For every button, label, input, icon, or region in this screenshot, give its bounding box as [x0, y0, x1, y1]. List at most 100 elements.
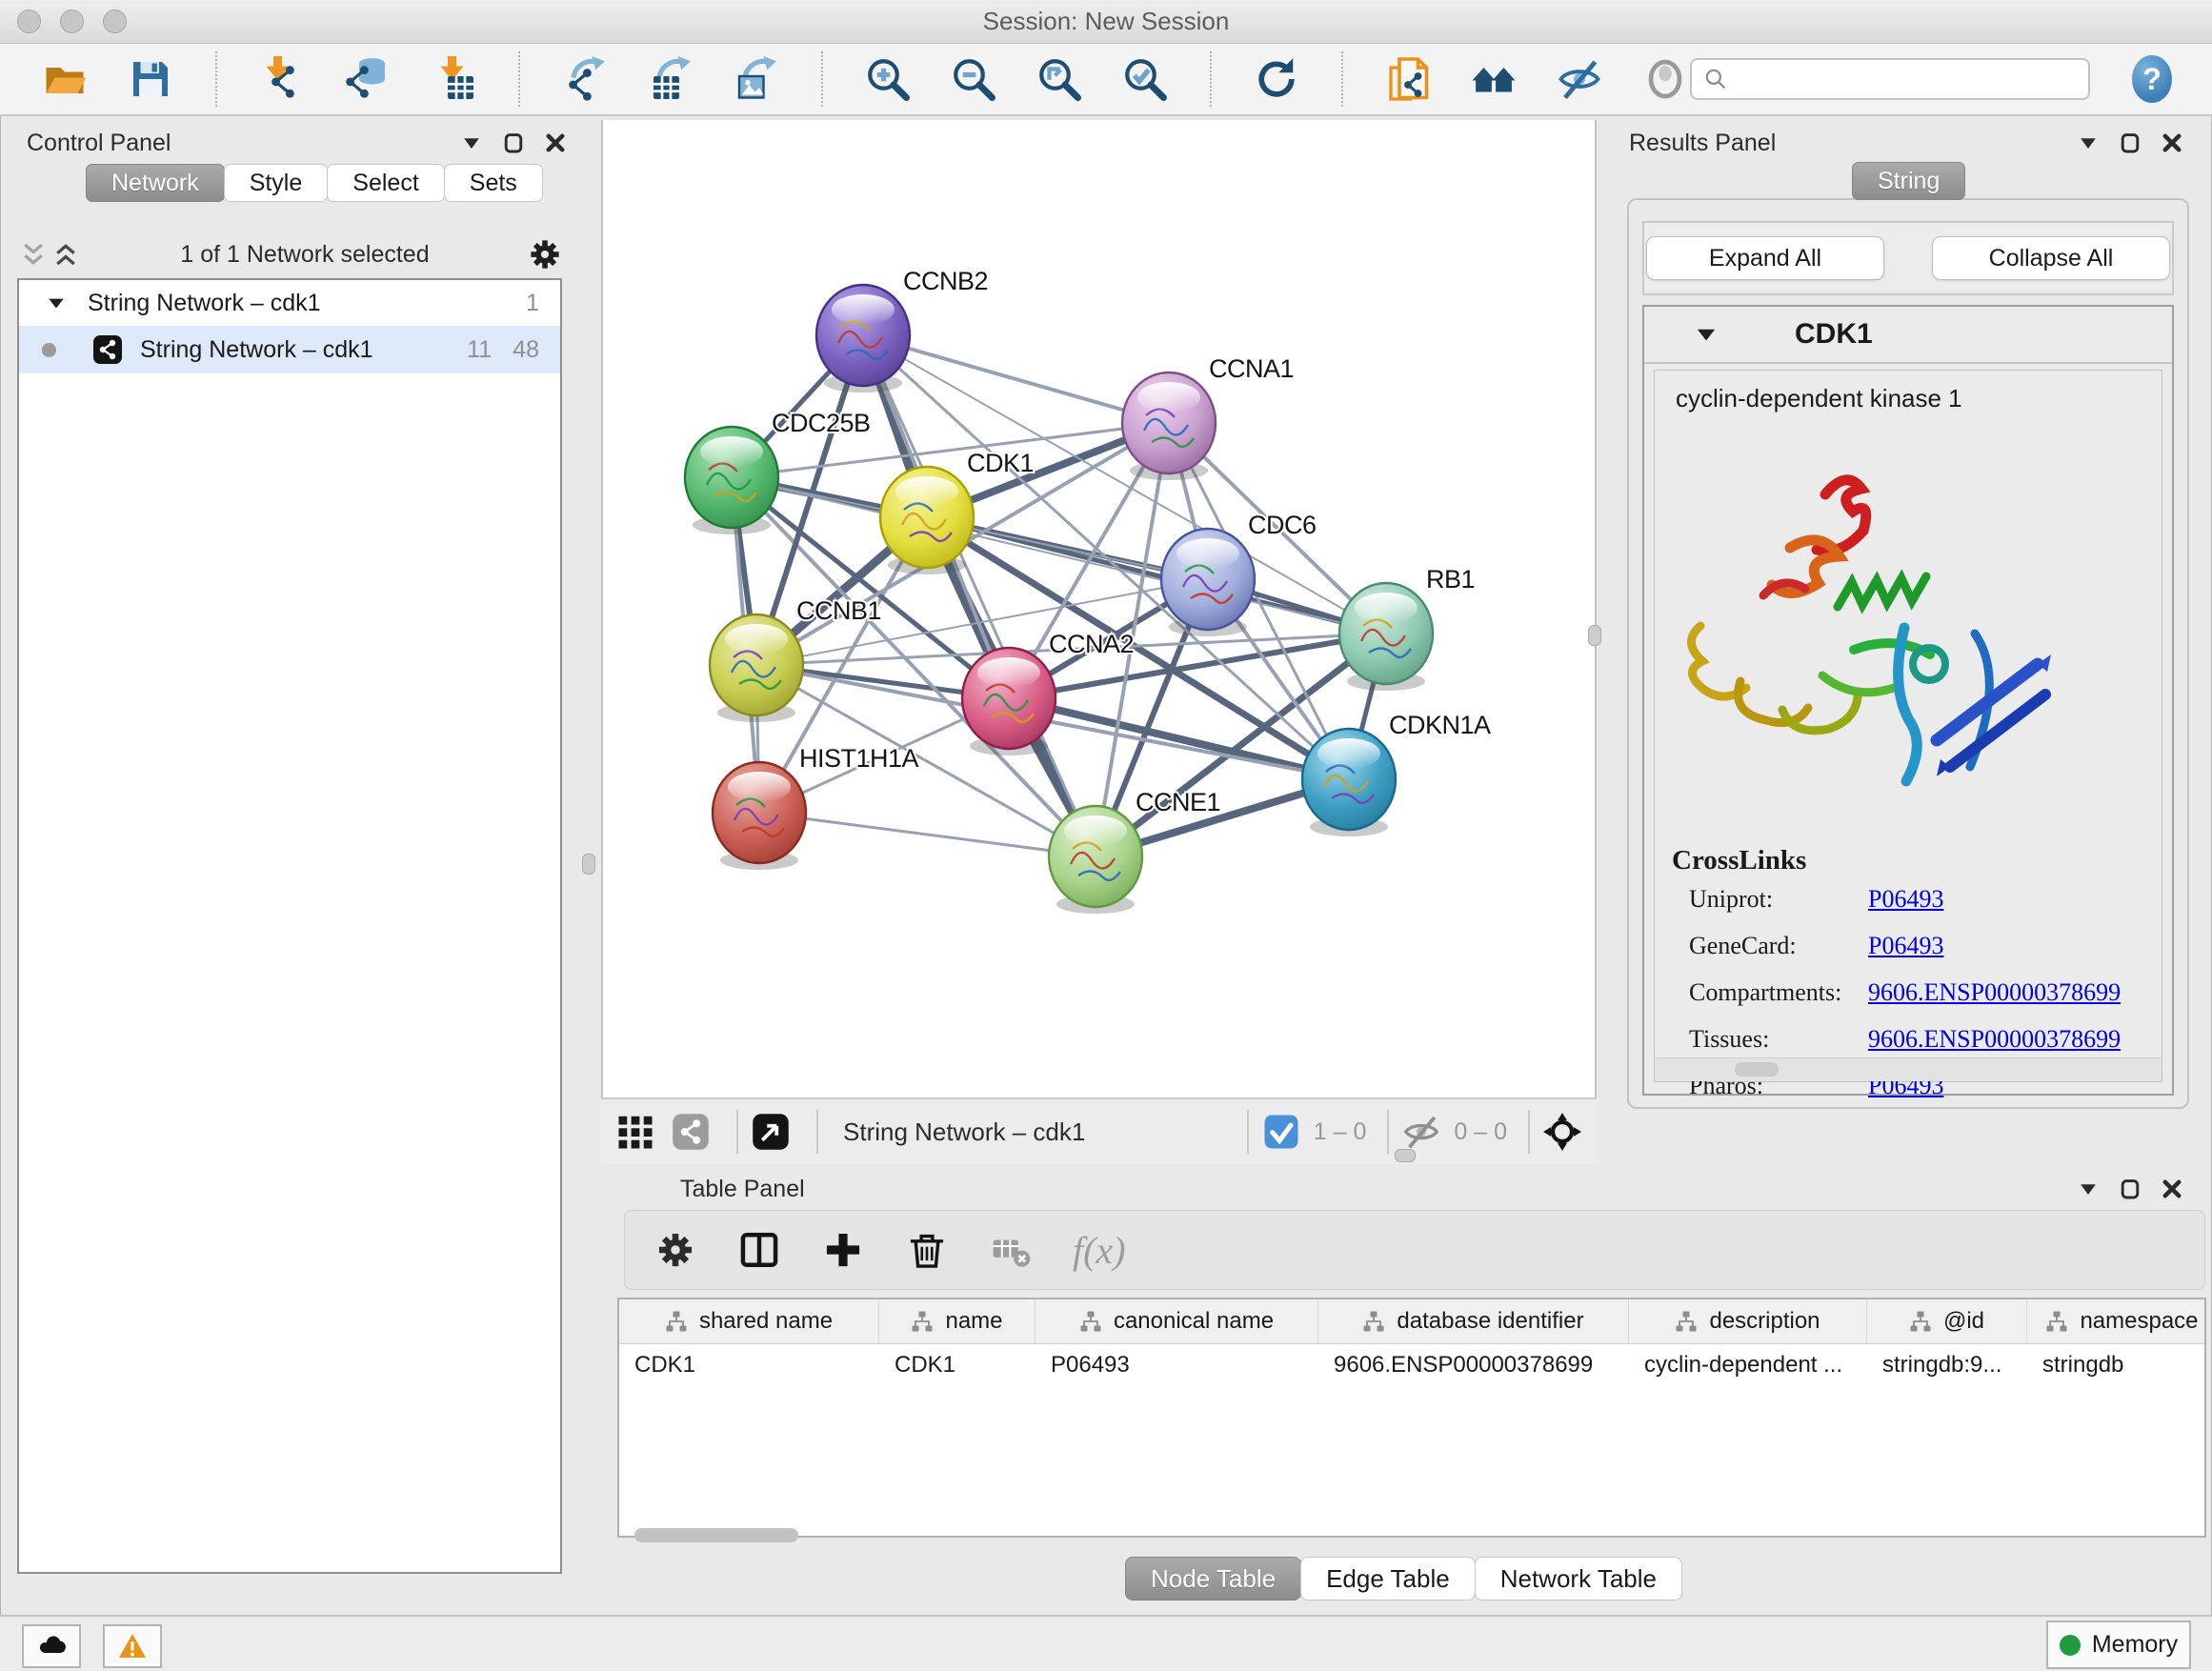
network-node-CCNE1[interactable]: [1049, 806, 1142, 914]
refresh-icon[interactable]: [1252, 54, 1301, 104]
tab-string[interactable]: String: [1852, 162, 1965, 200]
import-database-icon[interactable]: [343, 54, 392, 104]
network-options-gear-icon[interactable]: [528, 237, 562, 272]
expand-all-networks-icon[interactable]: [50, 238, 82, 271]
tab-network-table[interactable]: Network Table: [1475, 1557, 1682, 1601]
table-cell[interactable]: CDK1: [619, 1344, 879, 1386]
export-network-icon[interactable]: [560, 54, 610, 104]
export-image-icon[interactable]: [732, 54, 781, 104]
panel-close-icon[interactable]: [544, 131, 567, 154]
column-header-description[interactable]: description: [1629, 1299, 1867, 1343]
network-node-HIST1H1A[interactable]: [713, 762, 806, 870]
panel-close-icon[interactable]: [2161, 131, 2183, 154]
network-edge[interactable]: [759, 813, 1096, 856]
import-table-icon[interactable]: [429, 54, 478, 104]
collapse-all-networks-icon[interactable]: [17, 238, 50, 271]
gene-header-row[interactable]: CDK1: [1644, 307, 2172, 364]
gene-collapse-icon[interactable]: [1694, 322, 1719, 347]
table-scrollbar-thumb[interactable]: [634, 1528, 798, 1542]
table-cell[interactable]: stringdb: [2027, 1344, 2206, 1386]
network-node-CDK1[interactable]: [880, 467, 974, 574]
string-home-icon[interactable]: [1469, 54, 1518, 104]
collapse-all-button[interactable]: Collapse All: [1932, 236, 2170, 280]
panel-float-icon[interactable]: [502, 131, 525, 154]
tab-select[interactable]: Select: [327, 164, 444, 202]
show-columns-icon[interactable]: [737, 1228, 781, 1272]
network-collection-row[interactable]: String Network – cdk1 1: [19, 280, 560, 326]
table-cell[interactable]: 9606.ENSP00000378699: [1318, 1344, 1629, 1386]
network-node-RB1[interactable]: [1339, 583, 1433, 691]
table-cell[interactable]: CDK1: [879, 1344, 1036, 1386]
network-node-CDC25B[interactable]: [685, 427, 778, 534]
column-header-shared-name[interactable]: shared name: [619, 1299, 879, 1343]
crosslink-link[interactable]: 9606.ENSP00000378699: [1868, 1025, 2121, 1054]
left-splitter-handle[interactable]: [582, 854, 595, 875]
panel-collapse-icon[interactable]: [460, 131, 483, 154]
search-input[interactable]: [1738, 65, 2077, 93]
share-document-icon[interactable]: [1383, 54, 1433, 104]
network-node-CDKN1A[interactable]: [1302, 729, 1396, 836]
save-session-icon[interactable]: [126, 54, 175, 104]
selected-checkbox-icon[interactable]: [1260, 1111, 1302, 1153]
grid-view-icon[interactable]: [614, 1111, 656, 1153]
tab-edge-table[interactable]: Edge Table: [1300, 1557, 1476, 1601]
tab-style[interactable]: Style: [224, 164, 329, 202]
table-cell[interactable]: stringdb:9...: [1867, 1344, 2027, 1386]
network-row-selected[interactable]: String Network – cdk1 11 48: [19, 326, 560, 373]
column-header-name[interactable]: name: [879, 1299, 1036, 1343]
crosslink-link[interactable]: P06493: [1868, 932, 1943, 960]
column-header-canonical-name[interactable]: canonical name: [1036, 1299, 1318, 1343]
tab-sets[interactable]: Sets: [444, 164, 543, 202]
zoom-selected-icon[interactable]: [1120, 54, 1170, 104]
network-node-CCNB1[interactable]: [710, 614, 803, 722]
right-splitter-handle[interactable]: [1588, 625, 1601, 646]
delete-column-trash-icon[interactable]: [905, 1228, 949, 1272]
export-table-icon[interactable]: [646, 54, 695, 104]
tab-node-table[interactable]: Node Table: [1125, 1557, 1301, 1601]
results-scrollbar-thumb[interactable]: [1735, 1062, 1779, 1077]
tab-network[interactable]: Network: [86, 164, 225, 202]
open-session-icon[interactable]: [40, 54, 90, 104]
network-view-share-icon[interactable]: [670, 1111, 712, 1153]
network-graph[interactable]: CCNB2CCNA1CDC25BCDK1CDC6RB1CCNB1CCNA2CDK…: [603, 120, 1595, 1097]
network-canvas[interactable]: CCNB2CCNA1CDC25BCDK1CDC6RB1CCNB1CCNA2CDK…: [601, 120, 1597, 1097]
zoom-in-icon[interactable]: [863, 54, 913, 104]
table-row[interactable]: CDK1CDK1P064939606.ENSP00000378699cyclin…: [619, 1344, 2204, 1386]
collection-count: 1: [526, 290, 539, 317]
crosslink-link[interactable]: 9606.ENSP00000378699: [1868, 978, 2121, 1007]
panel-close-icon[interactable]: [2161, 1178, 2183, 1200]
hidden-eye-slash-icon[interactable]: [1400, 1111, 1442, 1153]
help-button[interactable]: ?: [2132, 55, 2172, 103]
crosslink-link[interactable]: P06493: [1868, 885, 1943, 914]
collection-expand-icon[interactable]: [46, 292, 67, 313]
panel-float-icon[interactable]: [2119, 1178, 2142, 1200]
table-settings-gear-icon[interactable]: [654, 1228, 697, 1272]
warning-button[interactable]: [103, 1624, 162, 1668]
table-cell[interactable]: cyclin-dependent ...: [1629, 1344, 1867, 1386]
network-edge[interactable]: [863, 335, 1096, 856]
column-header-database-identifier[interactable]: database identifier: [1318, 1299, 1629, 1343]
fit-selected-crosshair-icon[interactable]: [1541, 1111, 1583, 1153]
control-panel-title: Control Panel: [27, 130, 171, 157]
birdseye-view-icon[interactable]: [750, 1111, 792, 1153]
expand-all-button[interactable]: Expand All: [1646, 236, 1884, 280]
memory-button[interactable]: Memory: [2046, 1621, 2191, 1669]
network-edge[interactable]: [1009, 698, 1349, 779]
column-header--id[interactable]: @id: [1867, 1299, 2027, 1343]
add-column-icon[interactable]: [821, 1228, 865, 1272]
zoom-fit-icon[interactable]: [1035, 54, 1084, 104]
horizontal-splitter-handle[interactable]: [1395, 1149, 1416, 1162]
cloud-button[interactable]: [22, 1624, 81, 1668]
panel-collapse-icon[interactable]: [2077, 1178, 2100, 1200]
network-node-CCNB2[interactable]: [816, 285, 910, 393]
table-cell[interactable]: P06493: [1036, 1344, 1318, 1386]
zoom-out-icon[interactable]: [949, 54, 998, 104]
hide-selected-icon[interactable]: [1555, 54, 1604, 104]
import-network-icon[interactable]: [257, 54, 307, 104]
show-all-icon[interactable]: [1640, 54, 1690, 104]
panel-float-icon[interactable]: [2119, 131, 2142, 154]
panel-collapse-icon[interactable]: [2077, 131, 2100, 154]
network-node-count: 11: [467, 336, 492, 364]
column-header-namespace[interactable]: namespace: [2027, 1299, 2206, 1343]
network-node-CCNA1[interactable]: [1122, 372, 1216, 480]
